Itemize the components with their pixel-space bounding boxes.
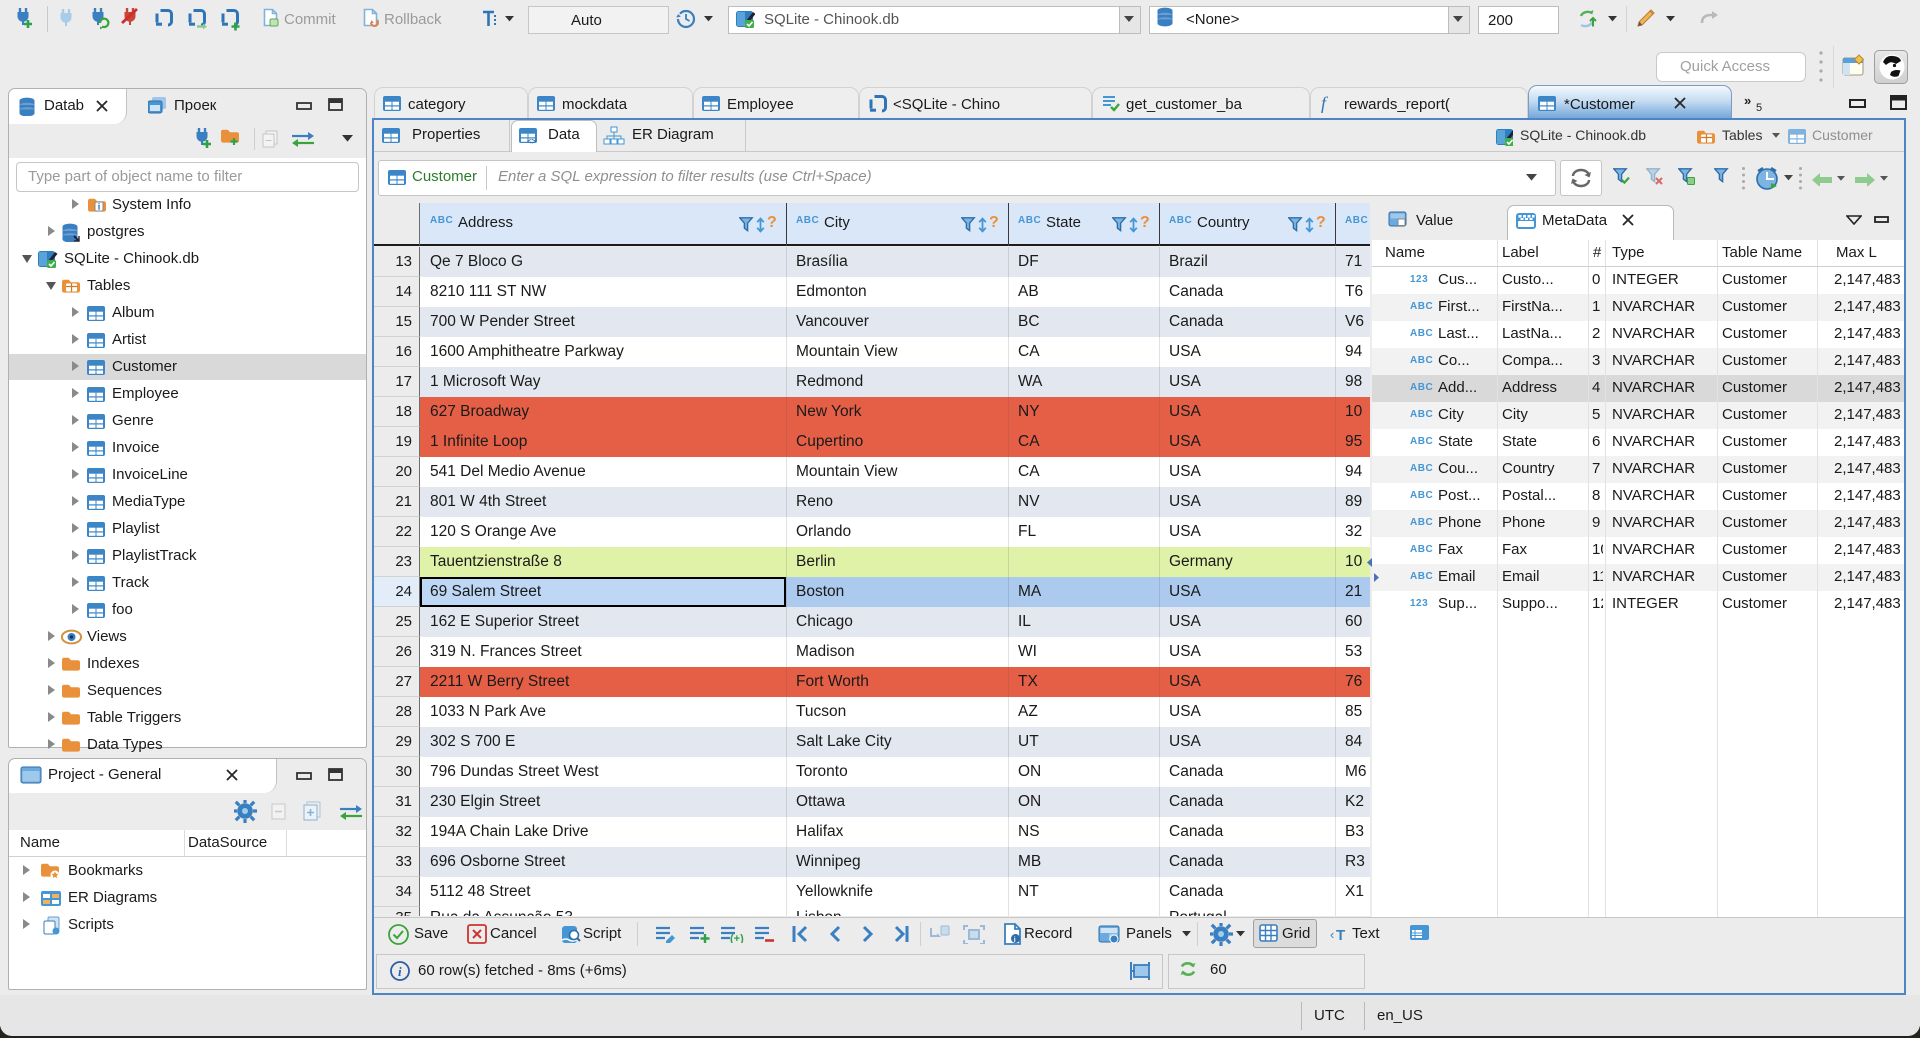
svg-text:»: » bbox=[1744, 94, 1751, 108]
svg-text:(+): (+) bbox=[730, 933, 744, 943]
svg-text:5: 5 bbox=[1756, 102, 1762, 112]
svg-text:i: i bbox=[1014, 937, 1016, 944]
svg-text:<>: <> bbox=[527, 137, 537, 144]
svg-text:f: f bbox=[1321, 93, 1329, 113]
svg-text:i: i bbox=[398, 964, 402, 979]
svg-text:‹: ‹ bbox=[1330, 927, 1334, 942]
svg-text:T: T bbox=[1336, 927, 1345, 943]
